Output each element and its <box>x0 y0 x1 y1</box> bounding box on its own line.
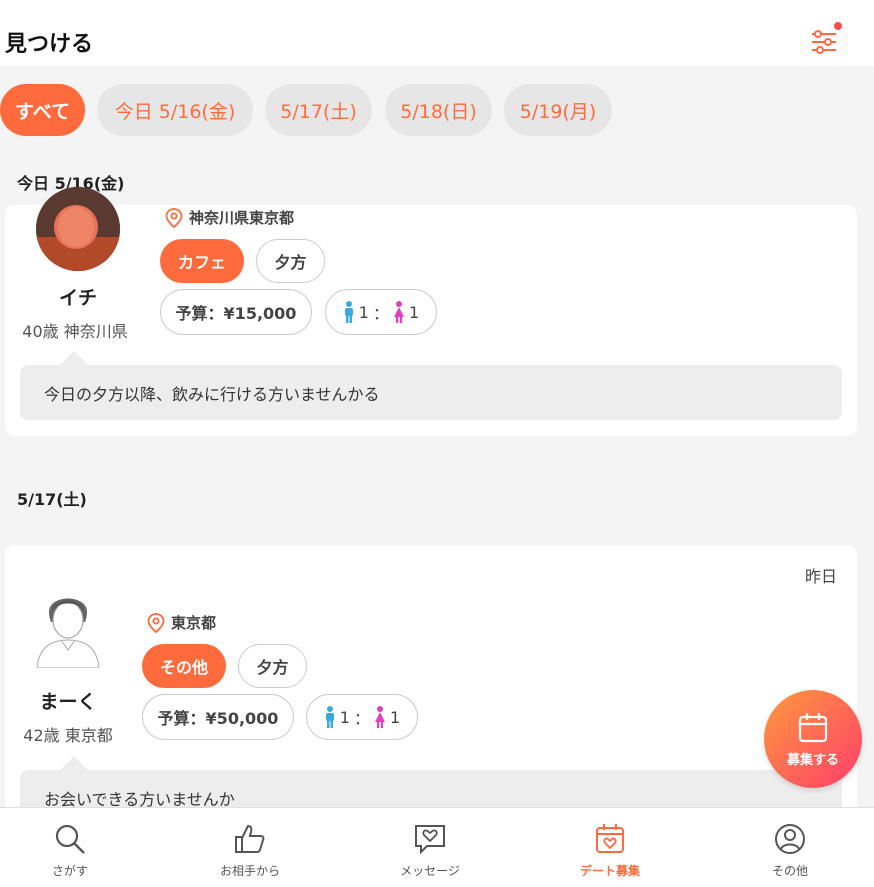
chip-today[interactable]: 今日 5/16(金) <box>97 84 253 136</box>
male-count: 1 <box>358 302 369 322</box>
tab-date-recruit[interactable]: デート募集 <box>520 808 700 887</box>
female-icon <box>375 706 385 728</box>
user-icon <box>775 824 805 854</box>
category-tag: カフェ <box>160 239 244 283</box>
tab-likes[interactable]: お相手から <box>160 808 340 887</box>
time-tag: 夕方 <box>256 239 325 283</box>
map-pin-icon <box>147 612 165 633</box>
male-icon <box>344 301 353 323</box>
female-count: 1 <box>409 302 420 322</box>
female-count: 1 <box>390 707 401 727</box>
section-label-0517: 5/17(土) <box>17 490 87 509</box>
female-icon <box>394 301 404 323</box>
tab-label: デート募集 <box>579 864 640 878</box>
posted-time: 昨日 <box>805 567 838 586</box>
category-tag: その他 <box>142 644 226 688</box>
search-icon <box>55 824 85 854</box>
male-icon <box>325 706 334 728</box>
ratio-pill: 1 ： 1 <box>306 694 418 740</box>
time-tag: 夕方 <box>238 644 307 688</box>
male-count: 1 <box>339 707 350 727</box>
avatar-illustration <box>29 586 107 668</box>
avatar[interactable] <box>36 187 120 271</box>
app-header: 見つける <box>0 0 874 66</box>
user-meta: 40歳 神奈川県 <box>22 322 128 341</box>
avatar-photo <box>36 187 120 271</box>
ratio-separator: ： <box>353 709 370 728</box>
location-label: 神奈川県東京都 <box>189 209 295 227</box>
page-title: 見つける <box>5 32 94 57</box>
tab-label: メッセージ <box>400 864 460 878</box>
tab-label: お相手から <box>219 864 280 878</box>
post-card[interactable]: 昨日 まーく 42歳 東京都 東京都 その他 夕方 予算：¥50,000 1 ：… <box>5 545 857 825</box>
user-meta: 42歳 東京都 <box>23 726 113 745</box>
avatar[interactable] <box>29 584 107 668</box>
budget-pill: 予算：¥50,000 <box>142 694 294 740</box>
chip-0519[interactable]: 5/19(月) <box>504 84 612 136</box>
tab-messages[interactable]: メッセージ <box>340 808 520 887</box>
location: 東京都 <box>147 612 216 633</box>
filter-button[interactable] <box>806 22 842 58</box>
thumbs-up-icon <box>235 824 265 853</box>
map-pin-icon <box>165 207 183 228</box>
calendar-heart-icon <box>596 824 624 853</box>
user-name: イチ <box>58 287 97 309</box>
tab-search[interactable]: さがす <box>0 808 160 887</box>
chip-0518[interactable]: 5/18(日) <box>385 84 492 136</box>
fab-label: 募集する <box>786 752 839 768</box>
ratio-separator: ： <box>372 304 389 323</box>
user-name: まーく <box>39 691 97 713</box>
calendar-icon <box>798 712 828 742</box>
recruit-fab-button[interactable]: 募集する <box>764 690 862 788</box>
message-heart-icon <box>415 825 445 855</box>
post-card[interactable]: イチ 40歳 神奈川県 神奈川県東京都 カフェ 夕方 予算：¥15,000 1 … <box>5 187 857 436</box>
notification-dot <box>834 22 842 30</box>
tab-label: その他 <box>771 864 808 878</box>
tab-other[interactable]: その他 <box>700 808 874 887</box>
location-label: 東京都 <box>171 614 217 632</box>
chip-0517[interactable]: 5/17(土) <box>265 84 372 136</box>
chip-all[interactable]: すべて <box>0 84 85 136</box>
bottom-tab-bar: さがす お相手から メッセージ デート募集 その他 <box>0 807 874 887</box>
post-message: 今日の夕方以降、飲みに行ける方いませんかる <box>20 351 842 420</box>
location: 神奈川県東京都 <box>165 207 294 228</box>
ratio-pill: 1 ： 1 <box>325 289 437 335</box>
sliders-icon <box>812 30 836 54</box>
tab-label: さがす <box>51 864 88 878</box>
budget-pill: 予算：¥15,000 <box>160 289 312 335</box>
